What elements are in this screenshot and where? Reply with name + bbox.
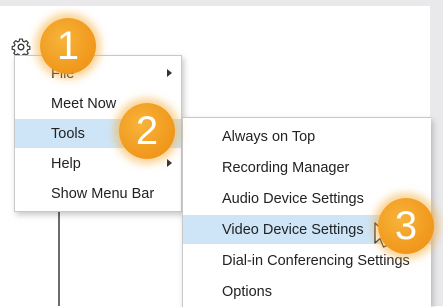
window-top-edge xyxy=(0,0,443,6)
menu-item-label: Help xyxy=(51,155,81,172)
menu-item-label: Tools xyxy=(51,125,85,142)
submenu-arrow-icon xyxy=(167,69,172,77)
submenu-item-label: Audio Device Settings xyxy=(222,190,364,207)
menu-item-label: Show Menu Bar xyxy=(51,185,155,202)
submenu-item-label: Always on Top xyxy=(222,128,316,145)
menu-item-show-menu-bar[interactable]: Show Menu Bar xyxy=(15,179,181,208)
divider-line xyxy=(58,210,60,306)
menu-item-label: Meet Now xyxy=(51,95,117,112)
submenu-item-label: Recording Manager xyxy=(222,159,350,176)
submenu-item-always-on-top[interactable]: Always on Top xyxy=(183,122,431,151)
submenu-item-recording-manager[interactable]: Recording Manager xyxy=(183,153,431,182)
submenu-arrow-icon xyxy=(167,159,172,167)
step-callout-1: 1 xyxy=(40,18,96,74)
step-callout-2: 2 xyxy=(119,103,175,159)
step-callout-3: 3 xyxy=(378,198,434,254)
submenu-item-label: Options xyxy=(222,283,272,300)
window-edge xyxy=(430,0,443,306)
submenu-item-options[interactable]: Options xyxy=(183,277,431,306)
submenu-item-label: Dial-in Conferencing Settings xyxy=(222,252,410,269)
gear-icon-graphic xyxy=(11,38,31,57)
submenu-item-label: Video Device Settings xyxy=(222,221,364,238)
menu-item-file[interactable]: File xyxy=(15,59,181,88)
